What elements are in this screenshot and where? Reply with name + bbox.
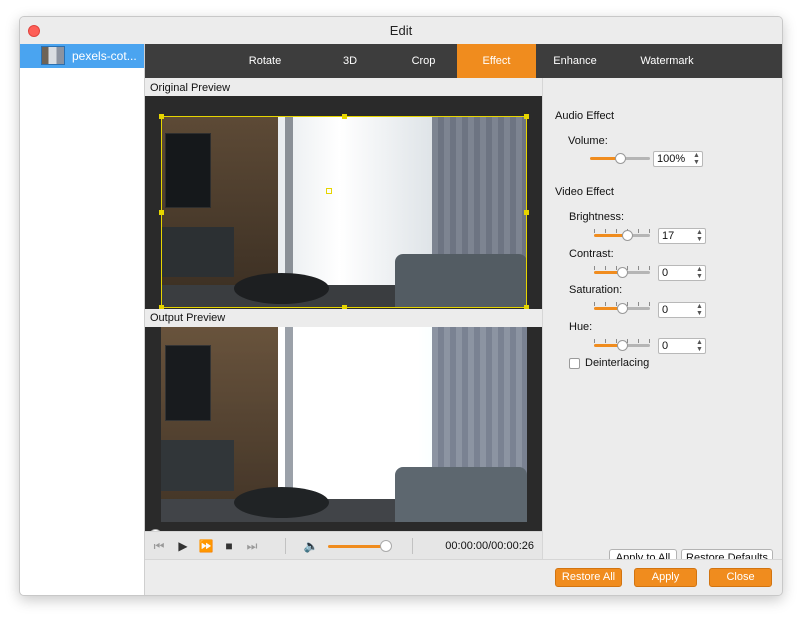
output-video-frame — [161, 327, 527, 522]
play-icon[interactable]: ▶ — [175, 532, 191, 560]
stepper-arrows-icon[interactable]: ▲ ▼ — [695, 266, 704, 280]
crop-handle[interactable] — [524, 305, 529, 309]
restore-all-button[interactable]: Restore All — [555, 568, 622, 587]
contrast-knob[interactable] — [617, 267, 628, 278]
player-controls: ⏮ ▶ ⏩ ■ ⏭ 🔈 00:00:00/00:00:26 — [145, 531, 542, 560]
hue-value: 0 — [662, 340, 669, 352]
brightness-slider[interactable] — [594, 229, 650, 243]
saturation-slider[interactable] — [594, 302, 650, 316]
sidebar-item-file[interactable]: pexels-cot... — [20, 44, 144, 68]
brightness-knob[interactable] — [622, 230, 633, 241]
brightness-stepper[interactable]: 17 ▲ ▼ — [658, 228, 706, 244]
brightness-value: 17 — [662, 230, 675, 242]
deinterlacing-checkbox[interactable] — [569, 358, 580, 369]
hue-label: Hue: — [569, 321, 593, 333]
brightness-label: Brightness: — [569, 211, 625, 223]
deinterlacing-label: Deinterlacing — [585, 357, 650, 369]
hue-knob[interactable] — [617, 340, 628, 351]
video-effect-header: Video Effect — [555, 186, 614, 198]
crop-handle[interactable] — [342, 114, 347, 119]
volume-value: 100% — [657, 153, 686, 165]
close-button[interactable]: Close — [709, 568, 772, 587]
crosshair-icon — [326, 188, 332, 194]
volume-stepper[interactable]: 100% ▲ ▼ — [653, 151, 703, 167]
volume-label: Volume: — [568, 135, 608, 147]
apply-button[interactable]: Apply — [634, 568, 697, 587]
contrast-value: 0 — [662, 267, 669, 279]
crop-handle[interactable] — [524, 114, 529, 119]
edit-tabs: Rotate 3D Crop Effect Enhance Watermark — [145, 44, 782, 78]
original-video — [145, 96, 542, 309]
crop-handle[interactable] — [159, 114, 164, 119]
stepper-arrows-icon[interactable]: ▲ ▼ — [692, 152, 701, 166]
crop-handle[interactable] — [159, 305, 164, 309]
file-name-label: pexels-cot... — [72, 49, 137, 63]
edit-window: Edit pexels-cot... Rotate 3D Crop Effect… — [19, 16, 783, 596]
skip-forward-icon[interactable]: ⏭ — [244, 532, 260, 560]
stepper-arrows-icon[interactable]: ▲ ▼ — [695, 303, 704, 317]
tab-crop[interactable]: Crop — [390, 44, 457, 78]
crop-frame[interactable] — [159, 114, 529, 309]
tab-enhance[interactable]: Enhance — [536, 44, 614, 78]
hue-stepper[interactable]: 0 ▲ ▼ — [658, 338, 706, 354]
saturation-label: Saturation: — [569, 284, 623, 296]
contrast-stepper[interactable]: 0 ▲ ▼ — [658, 265, 706, 281]
dialog-footer: Restore All Apply Close — [145, 559, 782, 595]
saturation-knob[interactable] — [617, 303, 628, 314]
file-sidebar: pexels-cot... — [20, 44, 145, 595]
tab-3d[interactable]: 3D — [310, 44, 390, 78]
audio-volume-knob[interactable] — [615, 153, 626, 164]
timecode: 00:00:00/00:00:26 — [445, 540, 534, 552]
saturation-stepper[interactable]: 0 ▲ ▼ — [658, 302, 706, 318]
volume-icon[interactable]: 🔈 — [302, 532, 320, 560]
contrast-label: Contrast: — [569, 248, 614, 260]
title-bar: Edit — [20, 17, 782, 44]
audio-volume-slider[interactable] — [590, 152, 650, 166]
stepper-arrows-icon[interactable]: ▲ ▼ — [695, 339, 704, 353]
preview-area: Original Preview Output Preview — [145, 78, 542, 559]
crop-handle[interactable] — [159, 210, 164, 215]
fast-forward-icon[interactable]: ⏩ — [197, 532, 215, 560]
original-preview-label: Original Preview — [150, 82, 231, 94]
contrast-slider[interactable] — [594, 266, 650, 280]
file-thumbnail — [41, 46, 65, 65]
stop-icon[interactable]: ■ — [221, 532, 237, 560]
stepper-arrows-icon[interactable]: ▲ ▼ — [695, 229, 704, 243]
crop-handle[interactable] — [524, 210, 529, 215]
saturation-value: 0 — [662, 304, 669, 316]
tab-effect[interactable]: Effect — [457, 44, 536, 78]
hue-slider[interactable] — [594, 339, 650, 353]
player-volume-slider[interactable] — [328, 545, 388, 548]
audio-effect-header: Audio Effect — [555, 110, 615, 122]
crop-handle[interactable] — [342, 305, 347, 309]
window-title: Edit — [389, 23, 413, 38]
skip-back-icon[interactable]: ⏮ — [151, 532, 167, 560]
output-preview-label: Output Preview — [150, 312, 226, 324]
tab-rotate[interactable]: Rotate — [220, 44, 310, 78]
tab-watermark[interactable]: Watermark — [614, 44, 720, 78]
player-volume-knob[interactable] — [380, 540, 392, 552]
effect-settings-panel: Audio Effect Volume: 100% ▲ ▼ Video Effec… — [542, 78, 782, 567]
divider — [412, 538, 413, 554]
divider — [285, 538, 286, 554]
output-video — [145, 327, 542, 559]
